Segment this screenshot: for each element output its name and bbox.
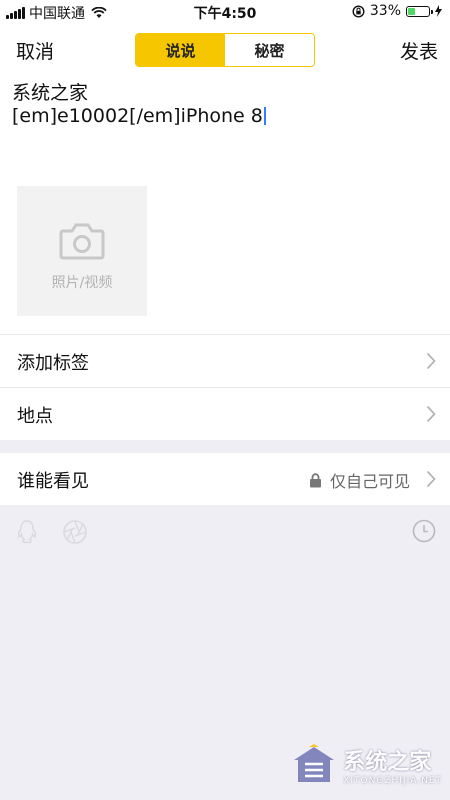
- watermark-logo-icon: [294, 744, 335, 782]
- aperture-icon[interactable]: [62, 519, 88, 545]
- watermark-domain: XITONGZHIJIA.NET: [343, 776, 442, 786]
- visibility-value-text: 仅自己可见: [329, 472, 410, 491]
- watermark-text: 系统之家 XITONGZHIJIA.NET: [343, 744, 442, 786]
- photo-video-label: 照片/视频: [51, 275, 113, 291]
- compose-text-input[interactable]: 系统之家 [em]e10002[/em]iPhone 8: [12, 82, 266, 128]
- visibility-row[interactable]: 谁能看见 仅自己可见: [0, 453, 450, 505]
- visibility-label: 谁能看见: [17, 471, 89, 492]
- add-photo-video-button[interactable]: 照片/视频: [17, 186, 147, 316]
- tab-shuoshuo[interactable]: 说说: [136, 34, 225, 66]
- chevron-right-icon: [426, 405, 436, 423]
- chevron-right-icon: [426, 352, 436, 370]
- site-watermark: 系统之家 XITONGZHIJIA.NET: [291, 744, 442, 786]
- status-bar: 中国联通 下午4:50 33%: [0, 0, 450, 24]
- qq-icon[interactable]: [16, 519, 38, 545]
- visibility-value: 仅自己可见: [309, 468, 410, 492]
- camera-icon: [59, 223, 105, 260]
- chevron-right-icon: [426, 470, 436, 488]
- compose-line-2: [em]e10002[/em]iPhone 8: [12, 105, 263, 127]
- cancel-button[interactable]: 取消: [16, 37, 54, 64]
- location-row[interactable]: 地点: [0, 387, 450, 440]
- watermark-title: 系统之家: [343, 750, 432, 775]
- battery-percent: 33%: [369, 3, 401, 19]
- nav-bar: 取消 说说 秘密 发表: [0, 24, 450, 76]
- lock-icon: [309, 472, 321, 487]
- add-tags-row[interactable]: 添加标签: [0, 334, 450, 387]
- location-label: 地点: [17, 406, 53, 427]
- battery-icon: [406, 5, 433, 17]
- compose-toolbar: [0, 505, 450, 557]
- add-tags-label: 添加标签: [17, 353, 89, 374]
- compose-area[interactable]: 系统之家 [em]e10002[/em]iPhone 8 照片/视频: [0, 76, 450, 334]
- rotation-lock-icon: [352, 4, 365, 18]
- tab-secret[interactable]: 秘密: [225, 34, 314, 66]
- post-type-segmented-control: 说说 秘密: [135, 33, 315, 67]
- charging-icon: [435, 5, 442, 17]
- clock-icon[interactable]: [412, 519, 436, 543]
- status-right: 33%: [352, 3, 442, 19]
- publish-button[interactable]: 发表: [400, 37, 438, 64]
- text-cursor: [263, 107, 266, 125]
- compose-line-1: 系统之家: [12, 82, 89, 104]
